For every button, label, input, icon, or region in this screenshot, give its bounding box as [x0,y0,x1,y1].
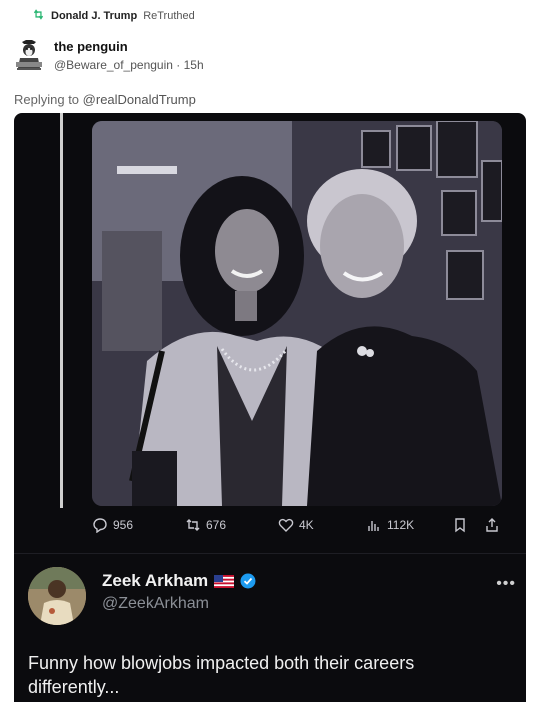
reply-icon [93,518,107,533]
author-handle[interactable]: @Beware_of_penguin [54,58,173,72]
author-avatar[interactable] [14,38,44,72]
author-name[interactable]: the penguin [54,38,204,56]
post-photo[interactable] [92,121,502,506]
repost-count: 676 [206,518,227,532]
us-flag-icon [214,574,235,588]
views-icon [368,521,379,531]
reply-button[interactable]: 956 [92,517,133,533]
retruth-icon [32,8,45,24]
quoted-name[interactable]: Zeek Arkham [102,571,208,591]
meta-separator: · [176,58,181,72]
share-button[interactable] [484,517,500,533]
replying-to: Replying to @realDonaldTrump [14,92,196,107]
verified-badge-icon [240,573,256,589]
like-count: 4K [299,518,314,532]
views-button[interactable]: 112K [366,517,414,533]
thread-line [60,113,63,508]
replying-prefix: Replying to [14,92,80,107]
repost-button[interactable]: 676 [185,517,226,533]
like-button[interactable]: 4K [278,517,314,533]
retruth-user[interactable]: Donald J. Trump [51,10,137,22]
post-time[interactable]: 15h [184,58,204,72]
author-handle-line: @Beware_of_penguin · 15h [54,56,204,74]
bookmark-button[interactable] [452,517,468,533]
quoted-handle[interactable]: @ZeekArkham [102,595,209,613]
retruth-banner: Donald J. Trump ReTruthed [32,8,195,24]
embedded-action-bar: 956 676 4K 112K [92,517,502,539]
quoted-name-row: Zeek Arkham [102,571,256,591]
quoted-avatar[interactable] [28,567,86,625]
embedded-post-image[interactable]: 956 676 4K 112K Zeek Arkham @ZeekArkham … [14,113,526,702]
quoted-text: Funny how blowjobs impacted both their c… [28,653,415,697]
replying-mention[interactable]: @realDonaldTrump [83,92,196,107]
more-options-icon[interactable]: ••• [496,575,516,593]
reply-count: 956 [113,518,134,532]
views-count: 112K [387,518,415,532]
repost-icon [186,519,200,531]
bookmark-icon [455,518,465,533]
retruth-action: ReTruthed [143,10,195,22]
share-icon [486,518,498,532]
divider [14,553,526,554]
post-author: the penguin @Beware_of_penguin · 15h [14,38,204,74]
like-icon [278,518,294,532]
